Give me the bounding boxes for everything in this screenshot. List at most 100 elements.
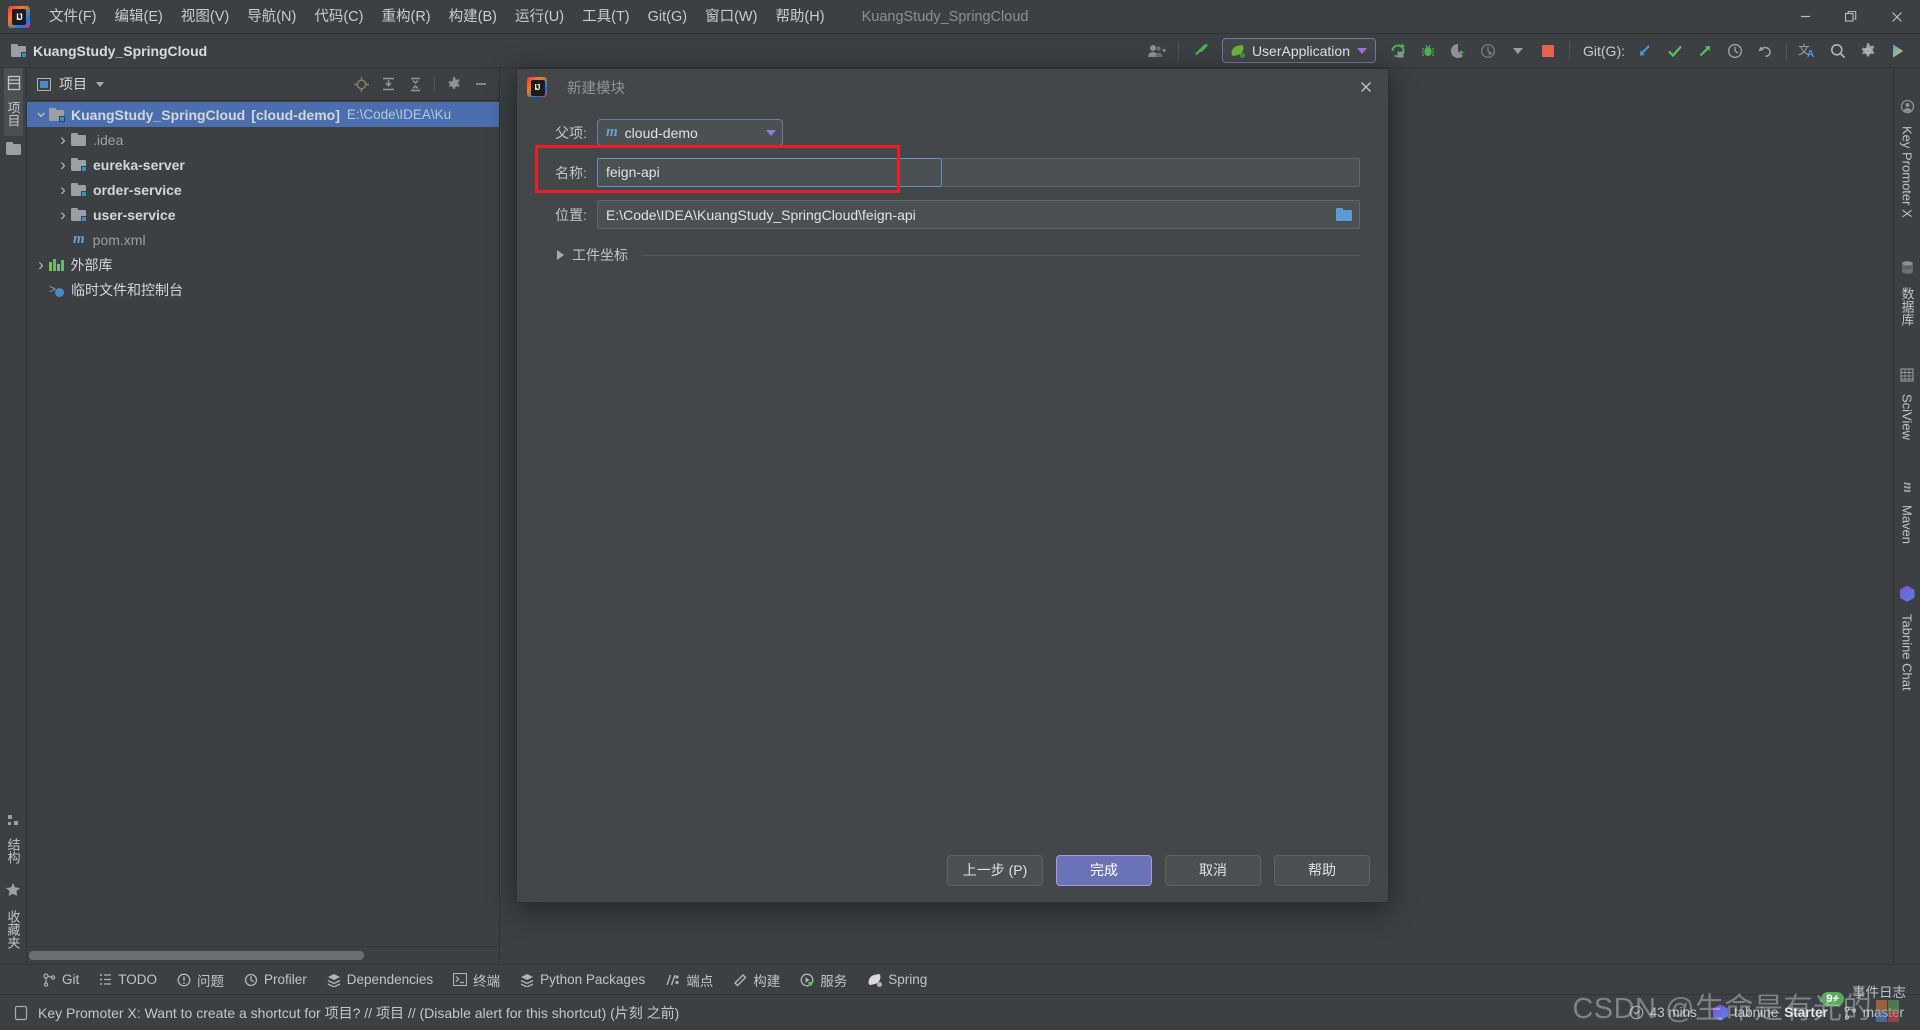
- maximize-restore-button[interactable]: [1828, 0, 1874, 34]
- menu-view[interactable]: 视图(V): [172, 4, 238, 30]
- chevron-right-icon[interactable]: [55, 160, 71, 170]
- horizontal-scrollbar-track[interactable]: [27, 946, 499, 963]
- main-toolbar: KuangStudy_SpringCloud UserApplication G…: [0, 34, 1920, 68]
- plugin-icon[interactable]: [1884, 37, 1912, 65]
- translate-icon[interactable]: 文 A: [1794, 37, 1822, 65]
- build-time-indicator[interactable]: 43 mins: [1629, 1005, 1697, 1020]
- tool-window-terminal[interactable]: 终端: [444, 967, 509, 993]
- chevron-right-icon[interactable]: [557, 250, 564, 260]
- tabnine-status[interactable]: tabnine Starter: [1713, 1005, 1828, 1021]
- tree-row-eureka-server[interactable]: eureka-server: [27, 152, 499, 177]
- tree-row-project-root[interactable]: KuangStudy_SpringCloud [cloud-demo] E:\C…: [27, 102, 499, 127]
- window-title: KuangStudy_SpringCloud: [861, 8, 1029, 25]
- chevron-down-icon[interactable]: [33, 112, 49, 118]
- close-window-button[interactable]: [1874, 0, 1920, 34]
- chevron-down-icon[interactable]: [96, 81, 104, 87]
- menu-file[interactable]: 文件(F): [40, 4, 106, 30]
- run-icon[interactable]: [1384, 37, 1412, 65]
- folder-browse-icon[interactable]: [1332, 204, 1356, 225]
- git-branch-indicator[interactable]: master: [1844, 1005, 1904, 1020]
- tree-row-idea[interactable]: .idea: [27, 127, 499, 152]
- account-icon[interactable]: [1143, 37, 1171, 65]
- menu-navigate[interactable]: 导航(N): [238, 4, 305, 30]
- tree-row-order-service[interactable]: order-service: [27, 177, 499, 202]
- chevron-right-icon[interactable]: [55, 210, 71, 220]
- menu-run[interactable]: 运行(U): [506, 4, 573, 30]
- help-button[interactable]: 帮助: [1274, 854, 1370, 886]
- intellij-logo-icon: IJ: [527, 77, 547, 97]
- close-icon[interactable]: [1352, 73, 1380, 101]
- locate-target-icon[interactable]: [349, 72, 374, 97]
- menu-code[interactable]: 代码(C): [305, 4, 372, 30]
- tool-window-services[interactable]: 服务: [791, 967, 856, 993]
- tree-row-user-service[interactable]: user-service: [27, 202, 499, 227]
- chevron-down-icon[interactable]: [1504, 37, 1532, 65]
- menu-build[interactable]: 构建(B): [440, 4, 506, 30]
- sidebar-label-tabnine-chat: Tabnine Chat: [1899, 613, 1915, 691]
- chevron-right-icon[interactable]: [33, 260, 49, 270]
- collapse-all-icon[interactable]: [403, 72, 428, 97]
- breadcrumb[interactable]: KuangStudy_SpringCloud: [11, 43, 207, 59]
- star-icon: [6, 883, 20, 896]
- tool-window-problems[interactable]: 问题: [168, 967, 233, 993]
- cancel-button[interactable]: 取消: [1165, 854, 1261, 886]
- name-input-extension[interactable]: [942, 158, 1360, 187]
- build-hammer-icon[interactable]: [1186, 37, 1214, 65]
- event-log-button[interactable]: 事件日志: [1852, 981, 1906, 1001]
- finish-button[interactable]: 完成: [1056, 854, 1152, 886]
- settings-gear-icon[interactable]: [1854, 37, 1882, 65]
- tool-window-endpoints[interactable]: 端点: [656, 967, 722, 993]
- project-tree[interactable]: KuangStudy_SpringCloud [cloud-demo] E:\C…: [27, 101, 499, 946]
- tool-window-git[interactable]: Git: [34, 969, 88, 990]
- sidebar-item-database[interactable]: 数据库: [1898, 251, 1917, 335]
- location-input[interactable]: E:\Code\IDEA\KuangStudy_SpringCloud\feig…: [597, 200, 1360, 229]
- sidebar-item-maven[interactable]: m Maven: [1899, 473, 1916, 553]
- debug-icon[interactable]: [1414, 37, 1442, 65]
- artifact-coordinates-section[interactable]: 工件坐标: [557, 245, 1360, 265]
- minimize-button[interactable]: [1782, 0, 1828, 34]
- tree-label-eureka-server: eureka-server: [93, 156, 185, 173]
- sidebar-item-key-promoter-x[interactable]: Key Promoter X: [1900, 90, 1915, 227]
- run-configuration-selector[interactable]: UserApplication: [1221, 38, 1376, 63]
- tool-window-profiler[interactable]: Profiler: [235, 969, 316, 990]
- sidebar-item-favorites[interactable]: 收藏夹: [4, 873, 23, 953]
- settings-gear-icon[interactable]: [441, 72, 466, 97]
- status-message: Key Promoter X: Want to create a shortcu…: [38, 1004, 680, 1021]
- hide-panel-icon[interactable]: [468, 72, 493, 97]
- name-input[interactable]: feign-api: [597, 158, 942, 187]
- sidebar-item-tabnine-chat[interactable]: Tabnine Chat: [1900, 577, 1915, 700]
- parent-select[interactable]: m cloud-demo: [597, 119, 783, 146]
- tool-window-spring[interactable]: Spring: [858, 969, 936, 990]
- spring-leaf-icon: [867, 973, 883, 987]
- horizontal-scrollbar-thumb[interactable]: [29, 951, 364, 960]
- expand-all-icon[interactable]: [376, 72, 401, 97]
- git-commit-check-icon[interactable]: [1661, 37, 1689, 65]
- sidebar-item-sciview[interactable]: SciView: [1900, 359, 1915, 449]
- git-push-icon[interactable]: [1691, 37, 1719, 65]
- menu-help[interactable]: 帮助(H): [766, 4, 833, 30]
- chevron-right-icon[interactable]: [55, 135, 71, 145]
- tree-row-external-libraries[interactable]: 外部库: [27, 252, 499, 277]
- sidebar-item-project[interactable]: 项目: [3, 68, 23, 136]
- tool-window-python-packages[interactable]: Python Packages: [511, 969, 654, 990]
- git-rollback-icon[interactable]: [1751, 37, 1779, 65]
- menu-git[interactable]: Git(G): [639, 4, 696, 30]
- menu-refactor[interactable]: 重构(R): [372, 4, 439, 30]
- chevron-right-icon[interactable]: [55, 185, 71, 195]
- run-with-coverage-icon[interactable]: [1444, 37, 1472, 65]
- menu-window[interactable]: 窗口(W): [696, 4, 766, 30]
- search-everywhere-icon[interactable]: [1824, 37, 1852, 65]
- tree-row-pom-xml[interactable]: m pom.xml: [27, 227, 499, 252]
- tool-window-todo[interactable]: TODO: [90, 969, 166, 990]
- menu-tools[interactable]: 工具(T): [573, 4, 639, 30]
- sidebar-item-structure[interactable]: 结构: [4, 805, 23, 873]
- previous-button[interactable]: 上一步 (P): [947, 854, 1043, 886]
- tool-window-dependencies[interactable]: Dependencies: [318, 969, 442, 990]
- menu-edit[interactable]: 编辑(E): [106, 4, 172, 30]
- tool-window-build[interactable]: 构建: [724, 967, 789, 993]
- git-update-icon[interactable]: [1631, 37, 1659, 65]
- tree-row-scratches[interactable]: 临时文件和控制台: [27, 277, 499, 302]
- profiler-icon[interactable]: [1474, 37, 1502, 65]
- git-history-icon[interactable]: [1721, 37, 1749, 65]
- stop-icon[interactable]: [1534, 37, 1562, 65]
